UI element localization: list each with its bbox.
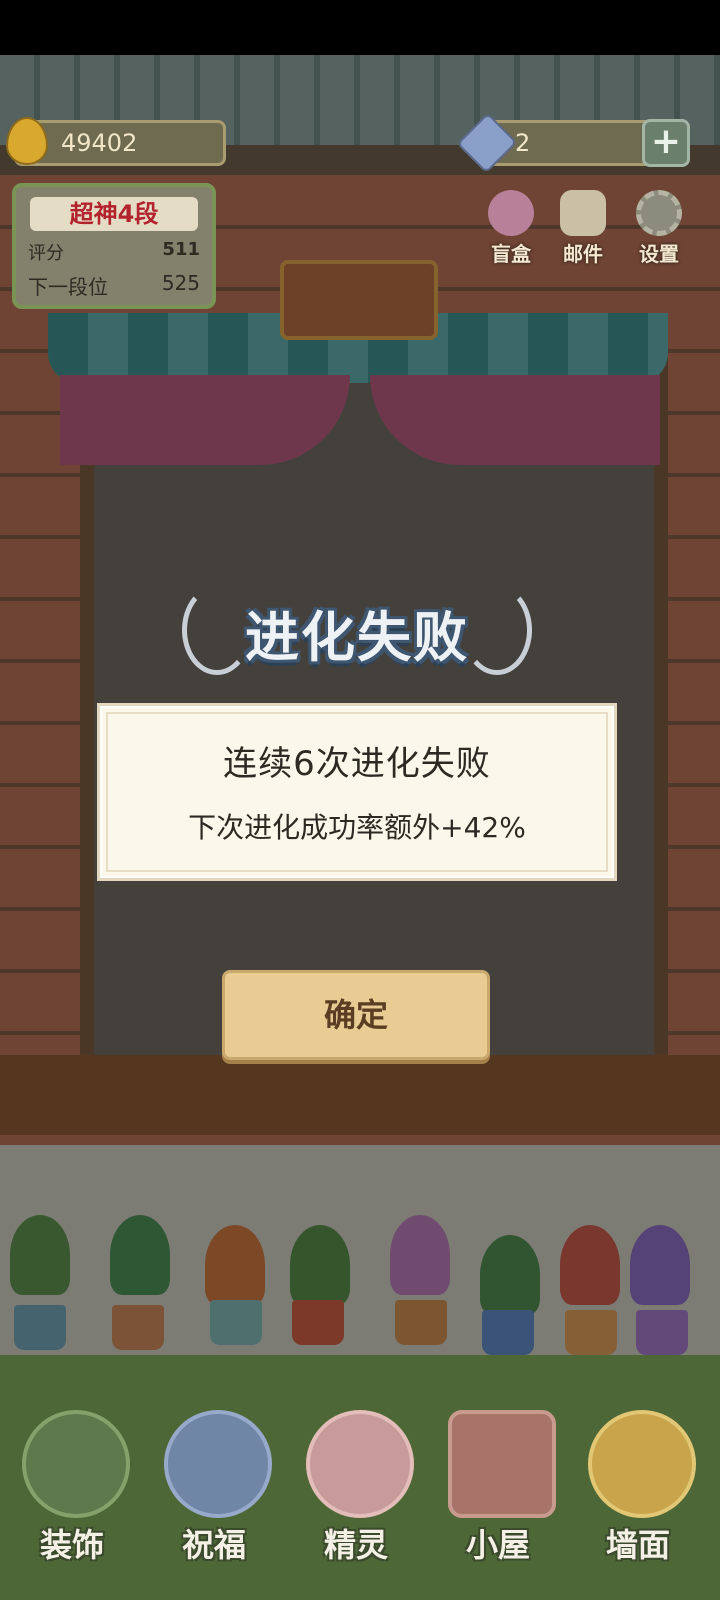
status-bar <box>0 0 720 55</box>
gem-value: 2 <box>515 129 531 157</box>
rank-card[interactable]: 超神4段 评分 511 下一段位 525 <box>12 183 216 309</box>
house-icon <box>448 1410 556 1518</box>
settings-button[interactable]: 设置 <box>626 190 692 270</box>
next-rank-row: 下一段位 525 <box>28 271 200 300</box>
bell-icon <box>588 1410 696 1518</box>
dialog-detail: 下次进化成功率额外+42% <box>188 811 526 844</box>
next-rank-label: 下一段位 <box>28 275 108 299</box>
result-dialog: 连续6次进化失败 下次进化成功率额外+42% <box>97 703 617 881</box>
nav-decor[interactable]: 装饰 <box>12 1410 132 1564</box>
nav-fairy-label: 精灵 <box>323 1526 388 1564</box>
mail-label: 邮件 <box>563 242 603 266</box>
nav-house[interactable]: 小屋 <box>438 1410 558 1564</box>
dialog-title: 进化失败 <box>245 606 469 669</box>
rank-title: 超神4段 <box>30 197 198 231</box>
score-value: 511 <box>162 239 200 260</box>
mail-button[interactable]: 邮件 <box>550 190 616 270</box>
nav-fairy[interactable]: 精灵 <box>296 1410 416 1564</box>
gift-box-icon <box>488 190 534 236</box>
mail-icon <box>560 190 606 236</box>
nav-wall-label: 墙面 <box>605 1526 670 1564</box>
fairy-icon <box>306 1410 414 1518</box>
coin-value: 49402 <box>61 129 138 157</box>
nav-decor-label: 装饰 <box>39 1526 104 1564</box>
settings-label: 设置 <box>639 242 679 266</box>
blind-box-label: 盲盒 <box>491 242 531 266</box>
dialog-message: 连续6次进化失败 <box>223 744 491 784</box>
score-label: 评分 <box>28 243 64 264</box>
dialog-title-banner: 进化失败 <box>182 575 532 685</box>
add-gems-button[interactable]: + <box>642 119 690 167</box>
nav-house-label: 小屋 <box>465 1526 530 1564</box>
blind-box-button[interactable]: 盲盒 <box>478 190 544 270</box>
nav-blessing-label: 祝福 <box>181 1526 246 1564</box>
nav-blessing[interactable]: 祝福 <box>154 1410 274 1564</box>
next-rank-value: 525 <box>161 271 200 295</box>
butterfly-icon <box>164 1410 272 1518</box>
plant-icon <box>22 1410 130 1518</box>
confirm-button[interactable]: 确定 <box>222 970 490 1060</box>
gear-icon <box>636 190 682 236</box>
nav-wall[interactable]: 墙面 <box>578 1410 698 1564</box>
score-row: 评分 511 <box>28 239 200 265</box>
